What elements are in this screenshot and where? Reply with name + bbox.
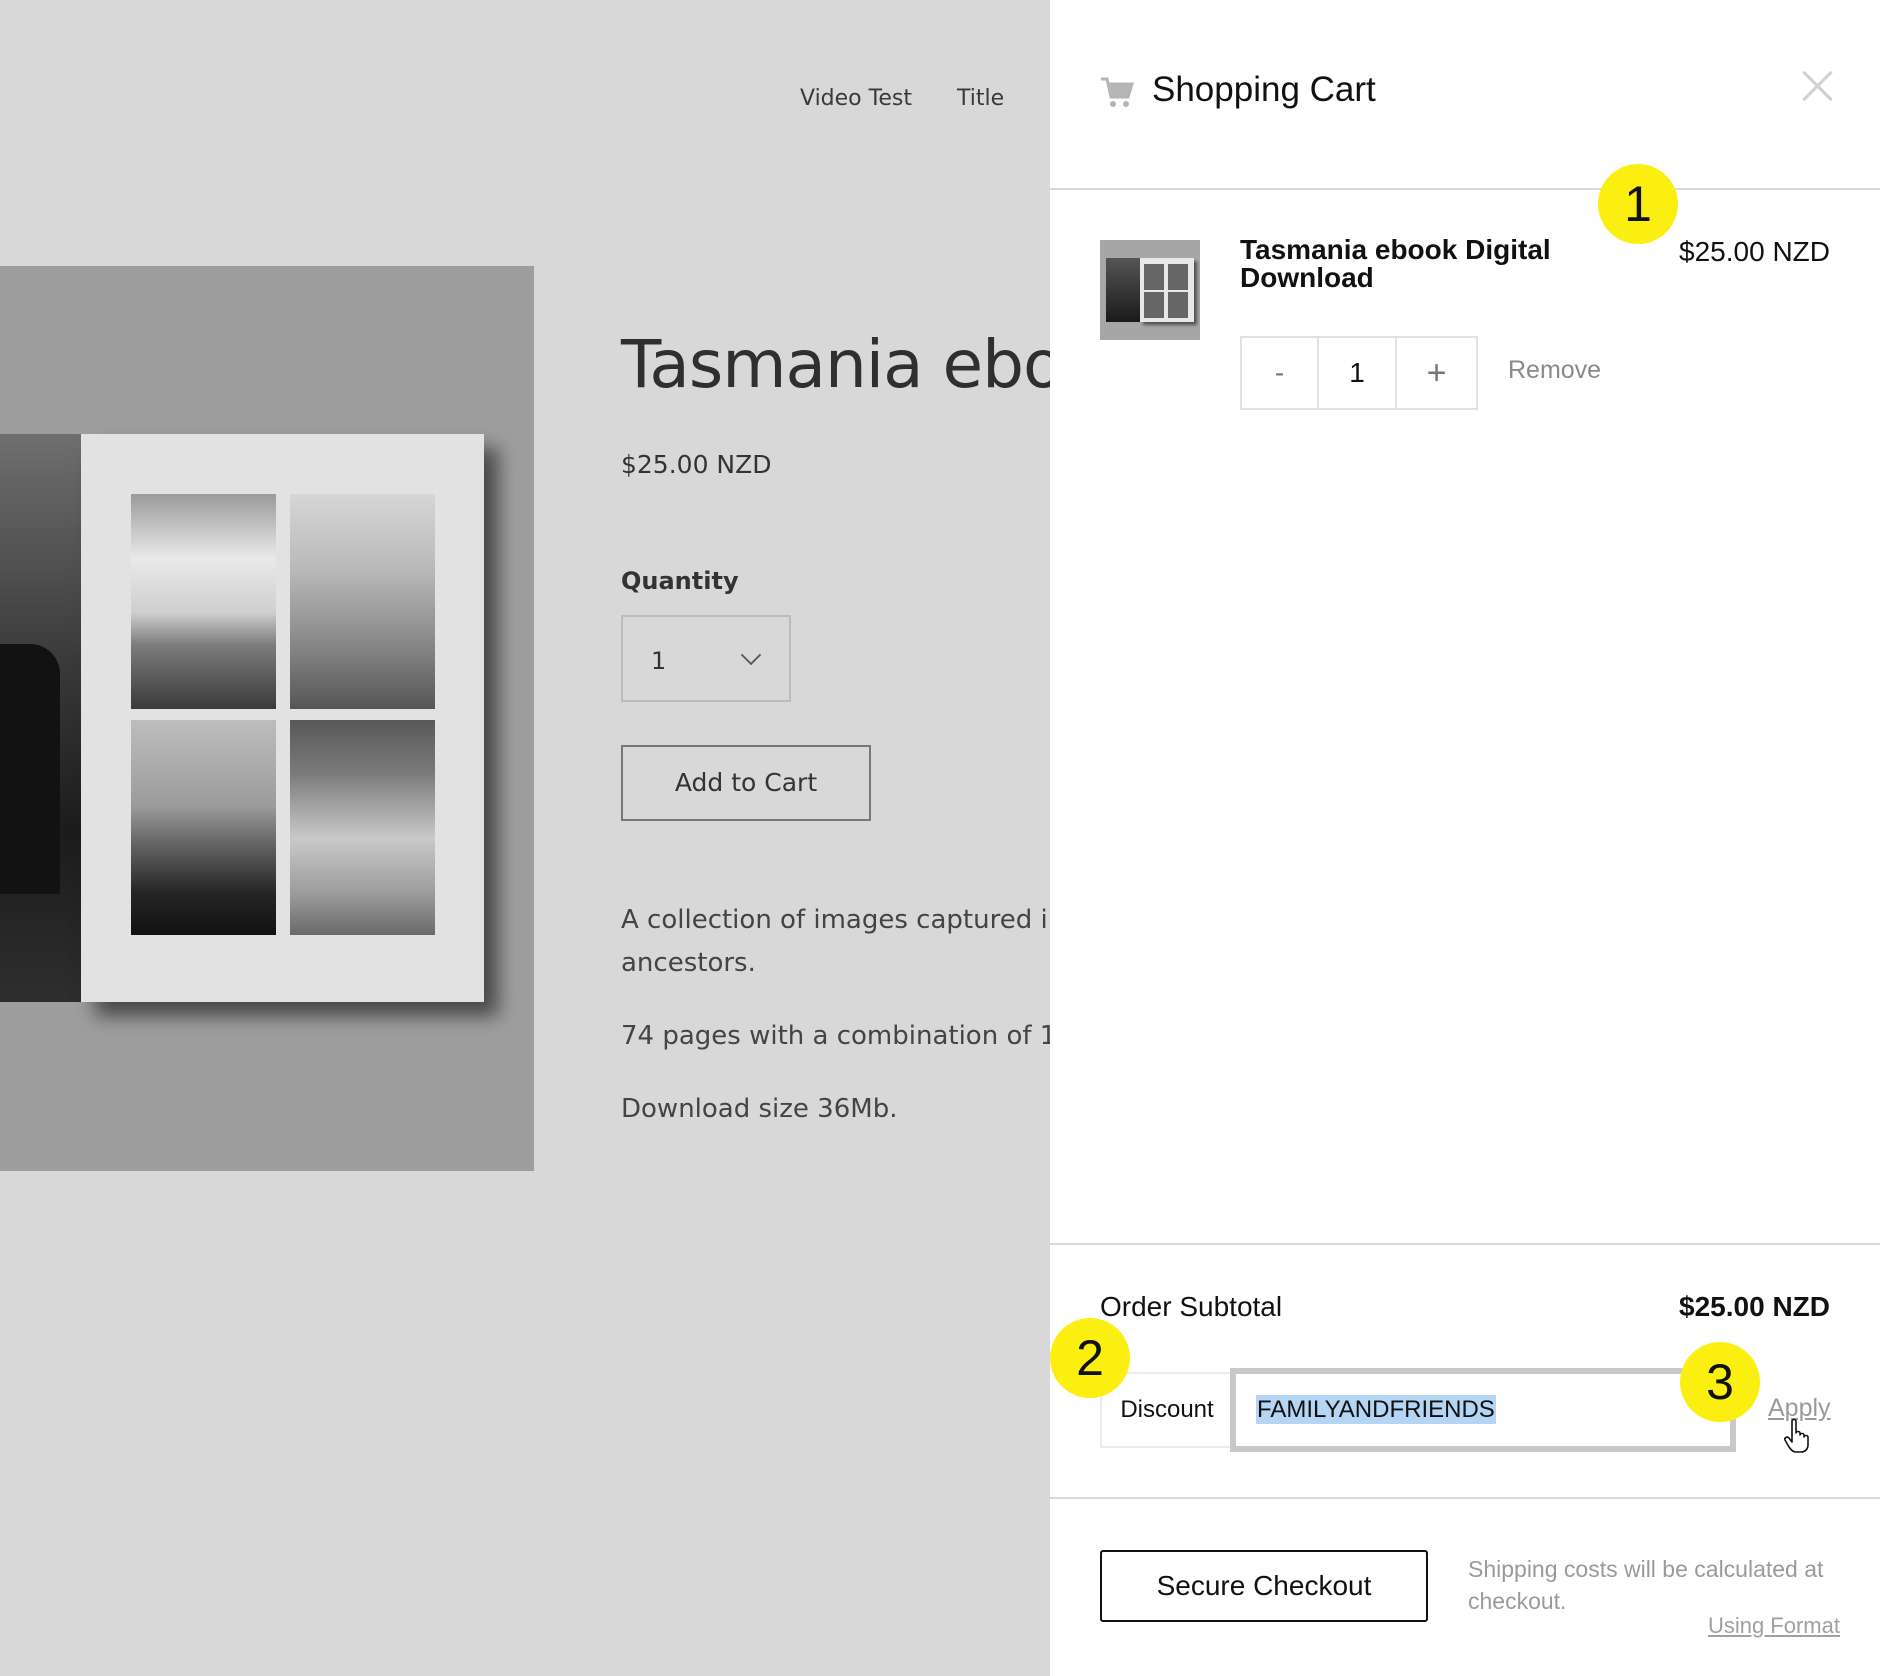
mountain-photo — [131, 494, 276, 709]
nav-item-title[interactable]: Title — [957, 86, 1004, 111]
callout-badge-2: 2 — [1050, 1318, 1130, 1398]
product-page: Video Test Title Co Tasmania ebook $25.0… — [0, 0, 1140, 1676]
river-photo — [290, 720, 435, 935]
cart-item-thumbnail — [1100, 240, 1200, 340]
cart-item-price: $25.00 NZD — [1679, 236, 1830, 267]
shopping-cart-panel: Shopping Cart Tasmania ebook Digital Dow… — [1050, 0, 1880, 1676]
hand-cursor-icon — [1784, 1418, 1809, 1453]
secure-checkout-button[interactable]: Secure Checkout — [1100, 1550, 1428, 1622]
shipping-note: Shipping costs will be calculated at che… — [1468, 1556, 1824, 1614]
quantity-stepper: - 1 + — [1240, 336, 1478, 410]
bus-photo — [0, 434, 90, 1002]
product-image — [0, 266, 534, 1171]
divider — [1050, 1497, 1880, 1499]
description-line: ancestors. — [621, 948, 756, 978]
ebook-page-mockup — [81, 434, 484, 1002]
product-price: $25.00 NZD — [621, 450, 772, 479]
cart-item-name: Tasmania ebook Digital Download — [1240, 234, 1551, 293]
quantity-select-value: 1 — [651, 647, 667, 675]
chevron-down-icon — [740, 644, 762, 666]
divider — [1050, 1243, 1880, 1245]
description-line: Download size 36Mb. — [621, 1094, 898, 1124]
close-icon[interactable] — [1798, 66, 1838, 106]
using-format-link[interactable]: Using Format — [1708, 1613, 1840, 1639]
order-subtotal-label: Order Subtotal — [1100, 1291, 1283, 1322]
forest-photo — [290, 494, 435, 709]
quantity-select[interactable]: 1 — [621, 615, 791, 702]
nav-item-video-test[interactable]: Video Test — [800, 86, 912, 111]
remove-button[interactable]: Remove — [1508, 356, 1601, 385]
quantity-value[interactable]: 1 — [1319, 338, 1397, 408]
quantity-label: Quantity — [621, 567, 739, 595]
decrease-button[interactable]: - — [1242, 338, 1319, 408]
add-to-cart-button[interactable]: Add to Cart — [621, 745, 871, 821]
cart-icon — [1101, 77, 1134, 107]
description-line: A collection of images captured in Ta — [621, 905, 1100, 935]
discount-code-input[interactable]: FAMILYANDFRIENDS — [1230, 1368, 1736, 1452]
callout-badge-3: 3 — [1680, 1342, 1760, 1422]
description-line: 74 pages with a combination of 144 c — [621, 1021, 1112, 1051]
order-subtotal-value: $25.00 NZD — [1679, 1291, 1830, 1322]
field-photo — [131, 720, 276, 935]
cart-header: Shopping Cart — [1050, 0, 1880, 190]
cart-title: Shopping Cart — [1152, 70, 1376, 109]
callout-badge-1: 1 — [1598, 164, 1678, 244]
increase-button[interactable]: + — [1397, 338, 1476, 408]
discount-code-text: FAMILYANDFRIENDS — [1256, 1395, 1496, 1424]
